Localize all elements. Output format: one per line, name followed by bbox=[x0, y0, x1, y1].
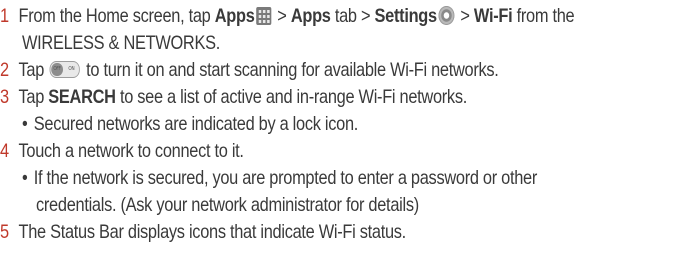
step-number: 5 bbox=[0, 221, 9, 243]
separator: > bbox=[273, 5, 291, 27]
step-text: The Status Bar displays icons that indic… bbox=[18, 221, 406, 243]
step-text: Tap bbox=[18, 86, 49, 108]
step-4-bullet: • If the network is secured, you are prom… bbox=[22, 166, 537, 191]
apps-grid-icon bbox=[256, 7, 272, 25]
wifi-label: Wi-Fi bbox=[473, 5, 513, 27]
instructions-document: 1 From the Home screen, tap Apps > Apps t… bbox=[0, 0, 693, 256]
step-2: 2 Tap OFF ON to turn it on and start scann… bbox=[0, 58, 499, 83]
off-on-toggle-icon: OFF ON bbox=[49, 61, 81, 78]
step-text: to turn it on and start scanning for ava… bbox=[81, 59, 499, 81]
separator: > bbox=[456, 5, 474, 27]
step-number: 3 bbox=[0, 86, 9, 108]
step-number: 4 bbox=[0, 140, 9, 162]
toggle-on-label: ON bbox=[68, 66, 75, 72]
step-3-bullet: • Secured networks are indicated by a loc… bbox=[22, 112, 358, 137]
step-text: to see a list of active and in-range Wi-… bbox=[115, 86, 467, 108]
settings-gear-icon bbox=[438, 6, 455, 25]
step-text: tab > bbox=[330, 5, 375, 27]
step-text: from the bbox=[512, 5, 575, 27]
step-1-continuation: WIRELESS & NETWORKS. bbox=[22, 32, 220, 54]
apps-tab-label: Apps bbox=[290, 5, 331, 27]
step-1: 1 From the Home screen, tap Apps > Apps t… bbox=[0, 4, 575, 29]
search-label: SEARCH bbox=[48, 86, 116, 108]
settings-label: Settings bbox=[374, 5, 438, 27]
bullet-dot: • bbox=[22, 167, 28, 189]
step-text: From the Home screen, tap bbox=[18, 5, 215, 27]
apps-label: Apps bbox=[214, 5, 255, 27]
bullet-dot: • bbox=[22, 113, 28, 135]
step-4-bullet-continuation: credentials. (Ask your network administr… bbox=[36, 194, 419, 216]
step-3: 3 Tap SEARCH to see a list of active and … bbox=[0, 85, 467, 110]
step-4: 4 Touch a network to connect to it. bbox=[0, 139, 244, 164]
step-5: 5 The Status Bar displays icons that indi… bbox=[0, 220, 406, 245]
step-text: Tap bbox=[18, 59, 49, 81]
bullet-text: Secured networks are indicated by a lock… bbox=[33, 113, 359, 135]
bullet-text: If the network is secured, you are promp… bbox=[33, 167, 538, 189]
step-text: Touch a network to connect to it. bbox=[18, 140, 244, 162]
toggle-off-label: OFF bbox=[53, 66, 61, 72]
step-number: 2 bbox=[0, 59, 9, 81]
step-number: 1 bbox=[0, 5, 9, 27]
